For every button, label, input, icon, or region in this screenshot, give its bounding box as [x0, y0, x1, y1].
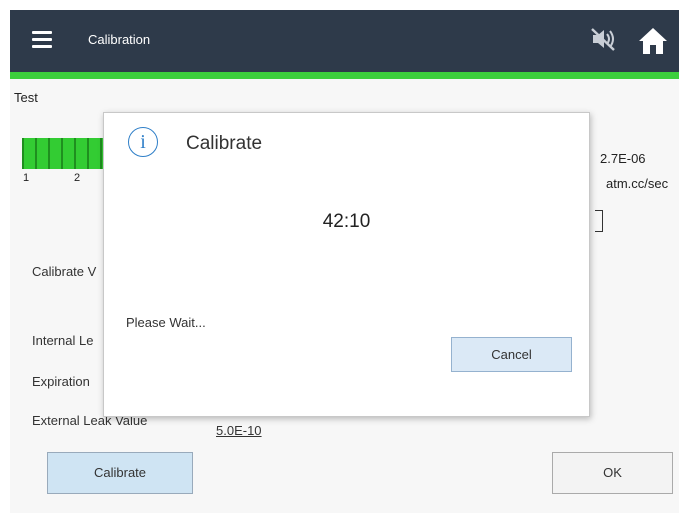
calibrate-value-label: Calibrate V	[32, 264, 97, 279]
leak-reading-unit: atm.cc/sec	[606, 176, 669, 191]
header-bar: Calibration	[10, 10, 679, 72]
home-icon[interactable]	[636, 24, 670, 58]
leak-reading-value: 2.7E-06	[600, 151, 646, 166]
dialog-message: Please Wait...	[126, 315, 206, 330]
speaker-muted-icon[interactable]	[588, 24, 618, 54]
ok-button[interactable]: OK	[552, 452, 673, 494]
external-leak-value[interactable]: 5.0E-10	[216, 423, 262, 438]
calibrate-dialog: i Calibrate 42:10 Please Wait... Cancel	[103, 112, 590, 417]
bargraph-scale-label: 1	[23, 172, 30, 184]
status-accent-line	[10, 72, 679, 79]
app-window: Calibration Test 1 2 2.7E-06 atm.cc/sec …	[10, 10, 679, 513]
cancel-button[interactable]: Cancel	[451, 337, 572, 372]
countdown-timer: 42:10	[322, 211, 371, 232]
page-title: Test	[14, 90, 38, 105]
dialog-title: Calibrate	[186, 133, 263, 154]
leak-bargraph	[22, 138, 113, 169]
expiration-label: Expiration	[32, 374, 90, 389]
app-title: Calibration	[88, 32, 151, 47]
value-field[interactable]	[595, 210, 603, 232]
info-icon: i	[128, 127, 158, 157]
internal-leak-label: Internal Le	[32, 333, 94, 348]
hamburger-menu-icon[interactable]	[32, 31, 52, 48]
bargraph-scale-label: 2	[74, 172, 81, 184]
calibrate-button[interactable]: Calibrate	[47, 452, 193, 494]
